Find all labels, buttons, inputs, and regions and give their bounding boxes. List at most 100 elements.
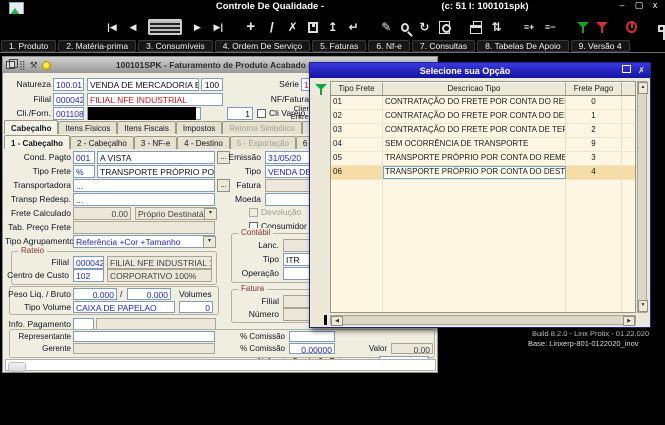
- filial-code-field[interactable]: 000042: [53, 93, 84, 106]
- add-list-icon[interactable]: ≡+: [523, 19, 535, 35]
- col-frete-pago[interactable]: Frete Pago: [566, 82, 622, 95]
- print-icon[interactable]: [470, 25, 481, 34]
- rateio-filial-code-field[interactable]: 000042: [73, 256, 104, 269]
- col-tipo-frete[interactable]: Tipo Frete: [331, 82, 383, 95]
- tipo-frete-desc-field[interactable]: TRANSPORTE PRÓPRIO POR CONTA D: [97, 165, 215, 178]
- lightbulb-icon[interactable]: [42, 61, 51, 70]
- transportadora-field[interactable]: ...: [73, 179, 215, 192]
- menu-consumiveis[interactable]: 3. Consumíveis: [138, 40, 213, 52]
- natureza-code-field[interactable]: 100.01: [53, 78, 84, 91]
- sort-icon[interactable]: ⇅: [491, 19, 503, 35]
- save-icon[interactable]: [308, 22, 318, 33]
- scroll-up-icon[interactable]: ▲: [638, 82, 648, 94]
- minimize-button[interactable]: –: [615, 0, 629, 11]
- subtab-4-destino[interactable]: 4 - Destino: [177, 136, 230, 149]
- cond-pagto-code-field[interactable]: 001: [73, 151, 95, 164]
- nav-last-icon[interactable]: ▶|: [212, 19, 224, 35]
- close-button[interactable]: x: [648, 0, 662, 11]
- freight-row-05[interactable]: 05 TRANSPORTE PRÓPRIO POR CONTA DO REMET…: [331, 152, 635, 166]
- centro-custo-code-field[interactable]: 102: [73, 269, 104, 282]
- transp-redesp-field[interactable]: ...: [73, 193, 215, 206]
- delete-icon[interactable]: ✗: [287, 19, 299, 35]
- comissao1-field[interactable]: [289, 331, 335, 342]
- freight-row-04[interactable]: 04 SEM OCORRÊNCIA DE TRANSPORTE 9: [331, 138, 635, 152]
- tipo-agrupamento-dropdown-icon[interactable]: ▾: [203, 236, 216, 248]
- dialog-title: Selecione sua Opção: [310, 66, 620, 76]
- clear-filter-funnel-icon[interactable]: [596, 21, 606, 34]
- subtab-3-nfe[interactable]: 3 - NF-e: [134, 136, 177, 149]
- menu-consultas[interactable]: 7. Consultas: [412, 40, 475, 52]
- freight-row-02[interactable]: 02 CONTRATAÇÃO DO FRETE POR CONTA DO DES…: [331, 110, 635, 124]
- comissao2-field[interactable]: 0.00000: [289, 343, 335, 354]
- subtab-1-cabecalho[interactable]: 1 - Cabeçalho: [4, 135, 70, 149]
- filter-funnel-icon[interactable]: [577, 21, 587, 34]
- frete-calculado-label: Frete Calculado: [5, 207, 71, 220]
- devolucao-checkbox: [249, 208, 258, 217]
- base-info-text: Base: Linxerp-801-0122020_inov: [528, 339, 639, 348]
- dialog-maximize-button[interactable]: [620, 65, 633, 76]
- switch-window-icon[interactable]: [658, 25, 665, 32]
- menu-materia-prima[interactable]: 2. Matéria-prima: [58, 40, 136, 52]
- vertical-scrollbar[interactable]: ▲ ▼: [637, 81, 647, 313]
- subtab-2-cabecalho[interactable]: 2 - Cabeçalho: [70, 136, 134, 149]
- scroll-right-icon[interactable]: ▶: [623, 316, 635, 326]
- freight-row-01[interactable]: 01 CONTRATAÇÃO DO FRETE POR CONTA DO REM…: [331, 96, 635, 110]
- tipo-frete-label: Tipo Frete: [5, 165, 71, 178]
- tab-itens-fiscais[interactable]: Itens Fiscais: [117, 121, 175, 134]
- dialog-close-button[interactable]: ✗: [635, 65, 648, 76]
- confirm-icon[interactable]: ↵: [348, 19, 360, 35]
- nav-prev-icon[interactable]: ◀: [127, 19, 139, 35]
- horizontal-scrollbar[interactable]: ◀ ▶: [330, 315, 636, 325]
- menu-ordem-servico[interactable]: 4. Ordem De Serviço: [215, 40, 310, 52]
- centro-custo-label: Centro de Custo: [5, 269, 69, 282]
- refresh-icon[interactable]: ↻: [418, 19, 430, 35]
- remove-list-icon[interactable]: ≡−: [544, 19, 556, 35]
- menu-faturas[interactable]: 5. Faturas: [312, 40, 366, 52]
- tipo-frete-code-field[interactable]: %: [73, 165, 95, 178]
- scroll-down-icon[interactable]: ▼: [638, 300, 648, 312]
- freight-row-06-selected[interactable]: 06 TRANSPORTE PRÓPRIO POR CONTA DO DESTI…: [331, 166, 635, 180]
- tipo-agrupamento-select[interactable]: Referência +Cor +Tamanho: [73, 235, 215, 248]
- append-icon[interactable]: ↥: [327, 19, 339, 35]
- tab-impostos[interactable]: Impostos: [176, 121, 222, 134]
- search-icon[interactable]: [401, 23, 409, 32]
- menu-nfe[interactable]: 6. Nf-e: [368, 40, 410, 52]
- cliente-code-field[interactable]: 001108: [53, 107, 84, 120]
- tipo-volume-field[interactable]: CAIXA DE PAPELAO: [73, 301, 175, 313]
- cliente-num-field[interactable]: 1: [227, 107, 253, 120]
- menu-tabelas-apoio[interactable]: 8. Tabelas De Apoio: [477, 40, 568, 52]
- representante-label: Representante: [5, 331, 71, 342]
- stop-icon[interactable]: [626, 21, 637, 33]
- freight-row-03[interactable]: 03 CONTRATAÇÃO DO FRETE POR CONTA DE TER…: [331, 124, 635, 138]
- wrench-icon[interactable]: ⚒: [30, 59, 38, 71]
- preview-icon[interactable]: [439, 21, 449, 34]
- cli-varejo-checkbox[interactable]: [257, 109, 266, 118]
- filial-desc-field[interactable]: FILIAL NFE INDUSTRIAL: [87, 93, 223, 106]
- nav-first-icon[interactable]: |◀: [106, 19, 118, 35]
- tab-itens-fisicos[interactable]: Itens Físicos: [58, 121, 117, 134]
- edit-icon[interactable]: /: [266, 19, 278, 35]
- grid-dots-icon[interactable]: ⣿: [19, 59, 26, 71]
- clean-brush-icon[interactable]: ✎: [380, 19, 392, 35]
- menu-produto[interactable]: 1. Produto: [1, 40, 56, 52]
- peso-bruto-field[interactable]: 0.000: [127, 288, 171, 300]
- dialog-titlebar[interactable]: Selecione sua Opção ✗: [310, 63, 650, 78]
- volumes-field[interactable]: 0: [179, 301, 213, 313]
- tab-cabecalho[interactable]: Cabeçalho: [4, 120, 58, 134]
- natureza-num-field[interactable]: 100: [201, 78, 223, 91]
- build-info-text: Build 8.2.0 - Linx Protix - 01.22.020: [532, 329, 649, 338]
- natureza-desc-field[interactable]: VENDA DE MERCADORIA E/OU SERVI: [87, 78, 199, 91]
- maximize-button[interactable]: ▢: [632, 0, 646, 11]
- menu-versao[interactable]: 9. Versão 4: [571, 40, 630, 52]
- nav-next-icon[interactable]: ▶: [191, 19, 203, 35]
- representante-field[interactable]: [73, 331, 215, 342]
- scroll-left-icon[interactable]: ◀: [331, 316, 343, 326]
- col-descricao-tipo[interactable]: Descricao Tipo: [383, 82, 566, 95]
- records-list-icon[interactable]: [148, 19, 182, 35]
- cond-pagto-desc-field[interactable]: A VISTA: [97, 151, 215, 164]
- restore-icon[interactable]: [6, 61, 15, 69]
- peso-liq-field[interactable]: 0.000: [73, 288, 117, 300]
- tipo-label: Tipo: [201, 165, 261, 178]
- add-icon[interactable]: +: [245, 19, 257, 35]
- app-session-info: (c: 51 l: 100101spk): [405, 1, 565, 12]
